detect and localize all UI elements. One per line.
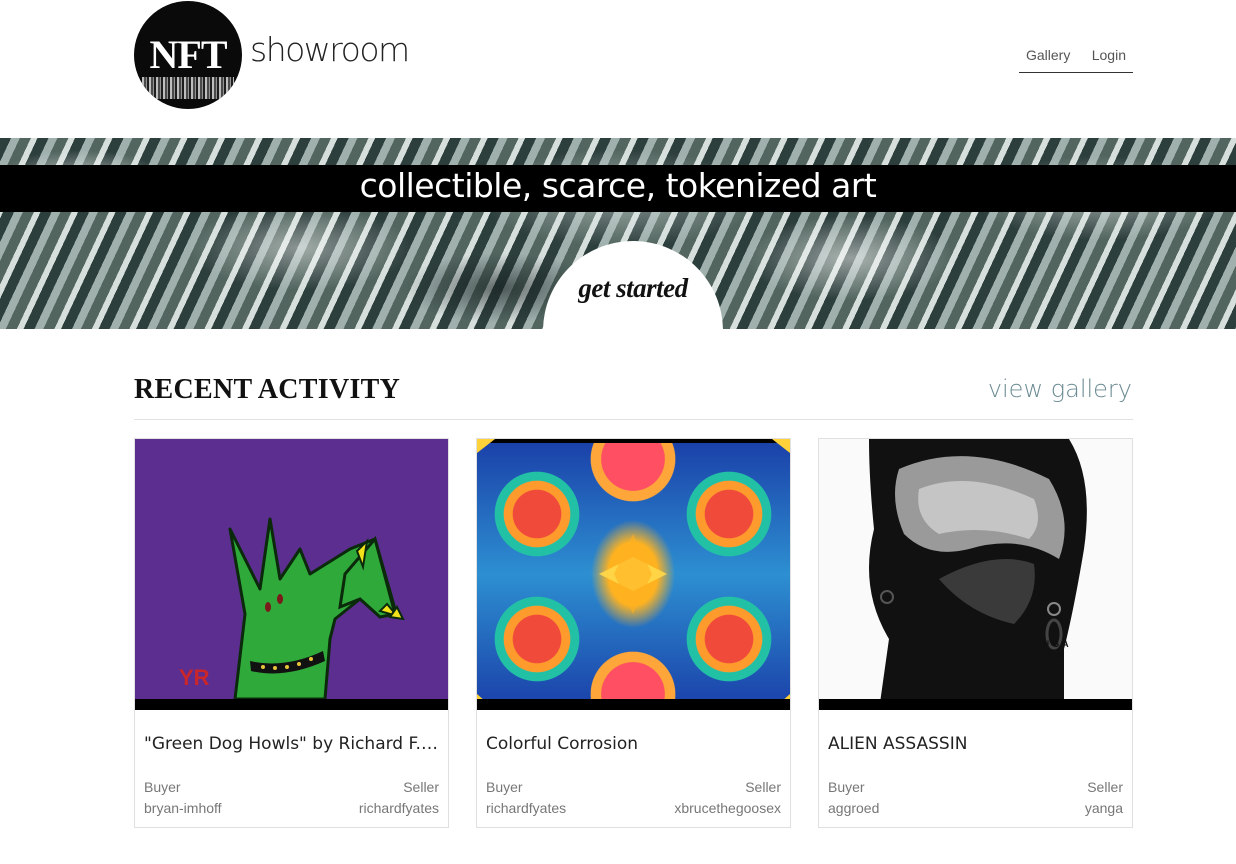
seller-label: Seller — [1087, 779, 1123, 795]
nft-card[interactable]: YR "Green Dog Howls" by Richard F. Y... … — [134, 438, 449, 828]
buyer-name[interactable]: richardfyates — [486, 800, 566, 816]
alien-portrait — [869, 439, 1087, 710]
artwork-bottom-bar — [135, 699, 448, 710]
nav-login-link[interactable]: Login — [1092, 44, 1126, 72]
buyer-label: Buyer — [486, 779, 523, 795]
artwork-caption-line-2: ALIEN — [1025, 651, 1067, 661]
artwork-bottom-bar — [819, 699, 1132, 710]
buyer-label: Buyer — [828, 779, 865, 795]
hero-title: collectible, scarce, tokenized art — [359, 166, 877, 205]
main-nav: Gallery Login — [1019, 44, 1133, 73]
nft-artwork-alien-assassin[interactable]: YANGA ALIEN — [819, 439, 1132, 710]
artwork-bottom-bar — [477, 699, 790, 710]
get-started-label: get started — [578, 273, 688, 303]
nft-title[interactable]: Colorful Corrosion — [486, 734, 782, 754]
nft-title[interactable]: "Green Dog Howls" by Richard F. Y... — [144, 734, 440, 754]
seller-name[interactable]: richardfyates — [359, 800, 439, 816]
nft-title[interactable]: ALIEN ASSASSIN — [828, 734, 1124, 754]
buyer-name[interactable]: aggroed — [828, 800, 879, 816]
buyer-name[interactable]: bryan-imhoff — [144, 800, 222, 816]
site-header: NFT showroom Gallery Login — [0, 0, 1236, 138]
seller-label: Seller — [403, 779, 439, 795]
nft-artwork-colorful-corrosion[interactable] — [477, 439, 790, 710]
logo-text: NFT — [149, 32, 228, 77]
nav-gallery-link[interactable]: Gallery — [1026, 44, 1070, 72]
artist-signature: YR — [179, 665, 210, 690]
buyer-label: Buyer — [144, 779, 181, 795]
nft-card[interactable]: Colorful Corrosion Buyer Seller richardf… — [476, 438, 791, 828]
section-title: RECENT ACTIVITY — [134, 374, 401, 405]
artwork-caption-line-1: YANGA — [1025, 639, 1072, 649]
fractal-pattern — [477, 439, 790, 710]
hero-banner: collectible, scarce, tokenized art get s… — [0, 138, 1236, 329]
site-logo[interactable]: NFT — [134, 1, 242, 109]
seller-label: Seller — [745, 779, 781, 795]
section-divider — [134, 419, 1133, 420]
seller-name[interactable]: xbrucethegoosex — [674, 800, 781, 816]
get-started-button[interactable]: get started — [543, 241, 723, 329]
view-gallery-link[interactable]: view gallery — [988, 375, 1132, 403]
nft-card[interactable]: YANGA ALIEN ALIEN ASSASSIN Buyer Seller … — [818, 438, 1133, 828]
seller-name[interactable]: yanga — [1085, 800, 1123, 816]
logo-drip-decoration — [142, 77, 234, 99]
nft-artwork-green-dog[interactable]: YR — [135, 439, 448, 710]
brand-name[interactable]: showroom — [250, 30, 410, 69]
